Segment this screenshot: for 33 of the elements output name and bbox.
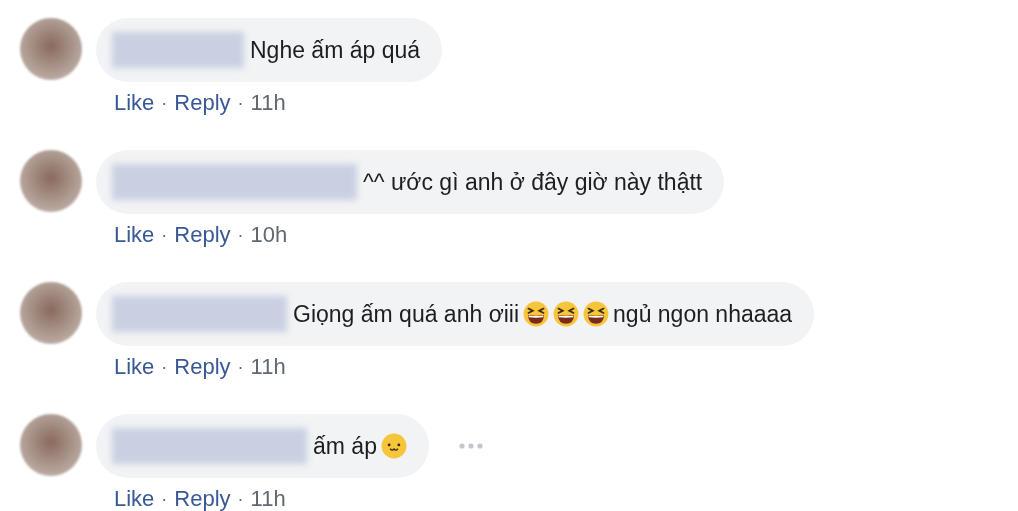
avatar-placeholder[interactable]: [20, 18, 82, 80]
action-link[interactable]: Reply: [174, 222, 231, 248]
separator-dot: ·: [161, 488, 168, 510]
separator-dot: ·: [237, 224, 244, 246]
separator-dot: ·: [161, 92, 168, 114]
laughing-face-icon: [583, 301, 610, 327]
comment-time: 11h: [250, 354, 286, 380]
comment-text: ^^ ước gì anh ở đây giờ này thậtt: [363, 168, 703, 196]
action-link[interactable]: Like: [114, 486, 155, 511]
avatar-placeholder[interactable]: [20, 414, 82, 476]
comment-text: ấm áp: [313, 432, 377, 460]
laughing-face-icon: [553, 301, 580, 327]
comment-text: Nghe ấm áp quá: [250, 36, 421, 64]
separator-dot: ·: [237, 488, 244, 510]
comment-time: 11h: [250, 486, 286, 511]
action-link[interactable]: Reply: [174, 354, 231, 380]
separator-dot: ·: [161, 356, 168, 378]
action-link[interactable]: Reply: [174, 90, 231, 116]
separator-dot: ·: [161, 224, 168, 246]
action-link[interactable]: Like: [114, 90, 155, 116]
comment-time: 10h: [250, 222, 288, 248]
separator-dot: ·: [237, 92, 244, 114]
action-link[interactable]: Reply: [174, 486, 231, 511]
action-link[interactable]: Like: [114, 222, 155, 248]
avatar-placeholder[interactable]: [20, 150, 82, 212]
action-link[interactable]: Like: [114, 354, 155, 380]
avatar-placeholder[interactable]: [20, 282, 82, 344]
comment-time: 11h: [250, 90, 286, 116]
smiling-face-icon: [380, 433, 407, 459]
separator-dot: ·: [237, 356, 244, 378]
comment-text: Giọng ấm quá anh ơiii: [293, 300, 520, 328]
laughing-face-icon: [523, 301, 550, 327]
comment-text: ngủ ngon nhaaaa: [613, 300, 793, 328]
